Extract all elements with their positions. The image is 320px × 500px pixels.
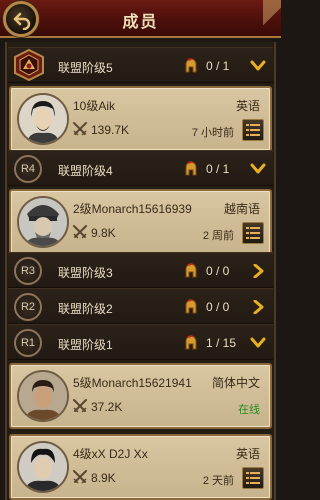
member-power: 9.8K: [91, 226, 116, 240]
avatar[interactable]: [17, 196, 69, 248]
avatar-portrait-icon: [19, 372, 67, 420]
member-card[interactable]: 4级xX D2J Xx 英语 8.9K 2 天前: [9, 434, 272, 500]
avatar-portrait-icon: [19, 443, 67, 491]
rank-label: 联盟阶级1: [58, 338, 113, 352]
rank-row-r4[interactable]: R4 联盟阶级4 0 / 1: [8, 150, 273, 186]
header-bar: 成员: [0, 0, 281, 38]
member-power: 8.9K: [91, 471, 116, 485]
rank-row-r1[interactable]: R1 联盟阶级1 1 / 15: [8, 324, 273, 360]
member-name: 4级xX D2J Xx: [73, 447, 148, 461]
member-card[interactable]: 10级Aik 英语 139.7K 7 小时前: [9, 86, 272, 152]
member-power: 139.7K: [91, 123, 130, 137]
rank-row-r3[interactable]: R3 联盟阶级3 0 / 0: [8, 252, 273, 288]
crossed-swords-icon: [73, 122, 87, 136]
list-menu-icon: [246, 227, 260, 239]
member-online-status: 在线: [238, 404, 260, 416]
header-corner-ornament: [263, 0, 281, 38]
avatar-portrait-icon: [19, 95, 67, 143]
spartan-helmet-icon: [185, 161, 197, 176]
page-title: 成员: [122, 14, 159, 31]
rank-badge: R1: [14, 329, 42, 357]
rank-badge: R3: [14, 257, 42, 285]
member-last-active: 2 周前: [202, 230, 234, 242]
chevron-down-icon[interactable]: [250, 336, 266, 350]
member-language: 英语: [235, 99, 260, 113]
chevron-right-icon[interactable]: [250, 264, 266, 278]
avatar[interactable]: [17, 441, 69, 493]
member-last-active: 2 天前: [202, 475, 234, 487]
rank-label: 联盟阶级5: [58, 61, 113, 75]
member-card[interactable]: 2级Monarch15616939 越南语 9.8K 2 周前: [9, 189, 272, 255]
rank-label: 联盟阶级3: [58, 266, 113, 280]
rank-count: 1 / 15: [206, 336, 237, 350]
avatar-portrait-icon: [19, 198, 67, 246]
member-name: 10级Aik: [73, 99, 116, 113]
rank-count: 0 / 0: [206, 264, 230, 278]
spartan-helmet-icon: [185, 299, 197, 314]
rank5-crest-icon: [14, 48, 44, 82]
member-name: 2级Monarch15616939: [73, 202, 192, 216]
member-menu-button[interactable]: [242, 467, 264, 489]
back-button[interactable]: [3, 1, 39, 37]
member-language: 简体中文: [211, 376, 260, 390]
member-card[interactable]: 5级Monarch15621941 简体中文 37.2K 在线: [9, 363, 272, 429]
spartan-helmet-icon: [185, 335, 197, 350]
member-language: 英语: [235, 447, 260, 461]
back-arrow-icon: [13, 12, 31, 30]
rank-label: 联盟阶级2: [58, 302, 113, 316]
crossed-swords-icon: [73, 399, 87, 413]
member-name: 5级Monarch15621941: [73, 376, 192, 390]
rank-label: 联盟阶级4: [58, 164, 113, 178]
member-last-active: 7 小时前: [191, 127, 234, 139]
crossed-swords-icon: [73, 225, 87, 239]
avatar[interactable]: [17, 370, 69, 422]
member-menu-button[interactable]: [242, 119, 264, 141]
rank-badge: R4: [14, 155, 42, 183]
chevron-down-icon[interactable]: [250, 162, 266, 176]
chevron-right-icon[interactable]: [250, 300, 266, 314]
member-menu-button[interactable]: [242, 222, 264, 244]
member-language: 越南语: [223, 202, 260, 216]
rank-count: 0 / 1: [206, 59, 230, 73]
rank-row-r5[interactable]: 联盟阶级5 0 / 1: [8, 47, 273, 83]
member-power: 37.2K: [91, 400, 123, 414]
rank-count: 0 / 0: [206, 300, 230, 314]
spartan-helmet-icon: [185, 263, 197, 278]
list-menu-icon: [246, 472, 260, 484]
rank-count: 0 / 1: [206, 162, 230, 176]
rank-badge: R2: [14, 293, 42, 321]
crossed-swords-icon: [73, 470, 87, 484]
list-menu-icon: [246, 124, 260, 136]
avatar[interactable]: [17, 93, 69, 145]
spartan-helmet-icon: [185, 58, 197, 73]
chevron-down-icon[interactable]: [250, 59, 266, 73]
rank-row-r2[interactable]: R2 联盟阶级2 0 / 0: [8, 288, 273, 324]
